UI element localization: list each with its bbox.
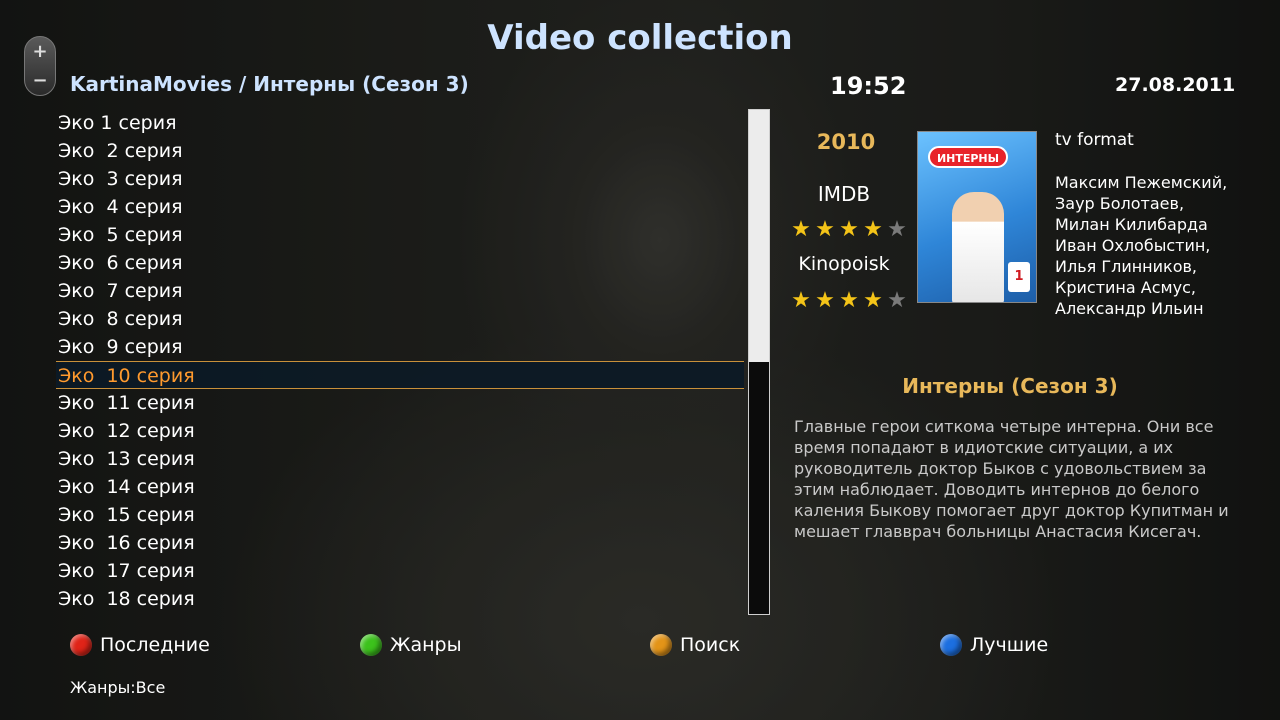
date: 27.08.2011 xyxy=(1115,74,1236,96)
plus-icon[interactable]: + xyxy=(32,42,47,61)
minus-icon[interactable]: − xyxy=(32,71,47,90)
poster-figure xyxy=(952,192,1004,302)
star-icon: ★ xyxy=(815,288,835,313)
episode-item[interactable]: Эко 16 серия xyxy=(56,529,744,557)
red-button-icon xyxy=(70,634,92,656)
episode-item[interactable]: Эко 3 серия xyxy=(56,165,744,193)
poster-title: ИНТЕРНЫ xyxy=(928,146,1008,168)
star-icon: ★ xyxy=(887,288,907,313)
clock: 19:52 xyxy=(830,72,907,100)
imdb-rating: ★ ★ ★ ★ ★ xyxy=(789,219,909,241)
genres-button[interactable]: Жанры xyxy=(360,634,462,656)
episode-item[interactable]: Эко 12 серия xyxy=(56,417,744,445)
episode-item[interactable]: Эко 14 серия xyxy=(56,473,744,501)
blue-button-icon xyxy=(940,634,962,656)
breadcrumb: KartinaMovies / Интерны (Сезон 3) xyxy=(70,72,469,96)
cast-list: Максим Пежемский, Заур Болотаев, Милан К… xyxy=(1055,173,1228,318)
recent-button[interactable]: Последние xyxy=(70,634,210,656)
episode-item[interactable]: Эко 18 серия xyxy=(56,585,744,613)
description-title: Интерны (Сезон 3) xyxy=(902,374,1118,398)
star-icon: ★ xyxy=(887,217,907,242)
star-icon: ★ xyxy=(839,288,859,313)
green-button-icon xyxy=(360,634,382,656)
episode-item[interactable]: Эко 15 серия xyxy=(56,501,744,529)
description-text: Главные герои ситкома четыре интерна. Он… xyxy=(794,417,1229,541)
release-year: 2010 xyxy=(816,130,876,154)
poster-season-badge: 1 xyxy=(1008,262,1030,292)
scrollbar[interactable] xyxy=(748,109,770,615)
star-icon: ★ xyxy=(863,288,883,313)
episode-item[interactable]: Эко 13 серия xyxy=(56,445,744,473)
episode-item[interactable]: Эко 1 серия xyxy=(56,109,744,137)
volume-control[interactable]: + − xyxy=(24,36,56,96)
recent-button-label: Последние xyxy=(100,634,210,656)
episode-item[interactable]: Эко 2 серия xyxy=(56,137,744,165)
star-icon: ★ xyxy=(791,288,811,313)
episode-list[interactable]: Эко 1 серия Эко 2 серия Эко 3 серия Эко 4 с… xyxy=(56,109,744,613)
episode-item[interactable]: Эко 11 серия xyxy=(56,389,744,417)
poster-image: ИНТЕРНЫ 1 xyxy=(917,131,1037,303)
episode-item[interactable]: Эко 9 серия xyxy=(56,333,744,361)
episode-item[interactable]: Эко 5 серия xyxy=(56,221,744,249)
scrollbar-thumb[interactable] xyxy=(749,110,769,362)
format-label: tv format xyxy=(1055,130,1134,150)
yellow-button-icon xyxy=(650,634,672,656)
star-icon: ★ xyxy=(839,217,859,242)
genres-button-label: Жанры xyxy=(390,634,462,656)
star-icon: ★ xyxy=(863,217,883,242)
search-button-label: Поиск xyxy=(680,634,741,656)
episode-item[interactable]: Эко 17 серия xyxy=(56,557,744,585)
search-button[interactable]: Поиск xyxy=(650,634,740,656)
episode-item[interactable]: Эко 7 серия xyxy=(56,277,744,305)
episode-item[interactable]: Эко 6 серия xyxy=(56,249,744,277)
star-icon: ★ xyxy=(791,217,811,242)
episode-item[interactable]: Эко 8 серия xyxy=(56,305,744,333)
kinopoisk-rating: ★ ★ ★ ★ ★ xyxy=(789,290,909,312)
page-title: Video collection xyxy=(487,18,793,58)
best-button[interactable]: Лучшие xyxy=(940,634,1048,656)
genre-filter-status: Жанры:Все xyxy=(70,678,166,697)
episode-item-selected[interactable]: Эко 10 серия xyxy=(56,361,744,389)
star-icon: ★ xyxy=(815,217,835,242)
kinopoisk-label: Kinopoisk xyxy=(798,253,890,275)
imdb-label: IMDB xyxy=(817,182,871,206)
episode-item[interactable]: Эко 4 серия xyxy=(56,193,744,221)
best-button-label: Лучшие xyxy=(970,634,1049,656)
